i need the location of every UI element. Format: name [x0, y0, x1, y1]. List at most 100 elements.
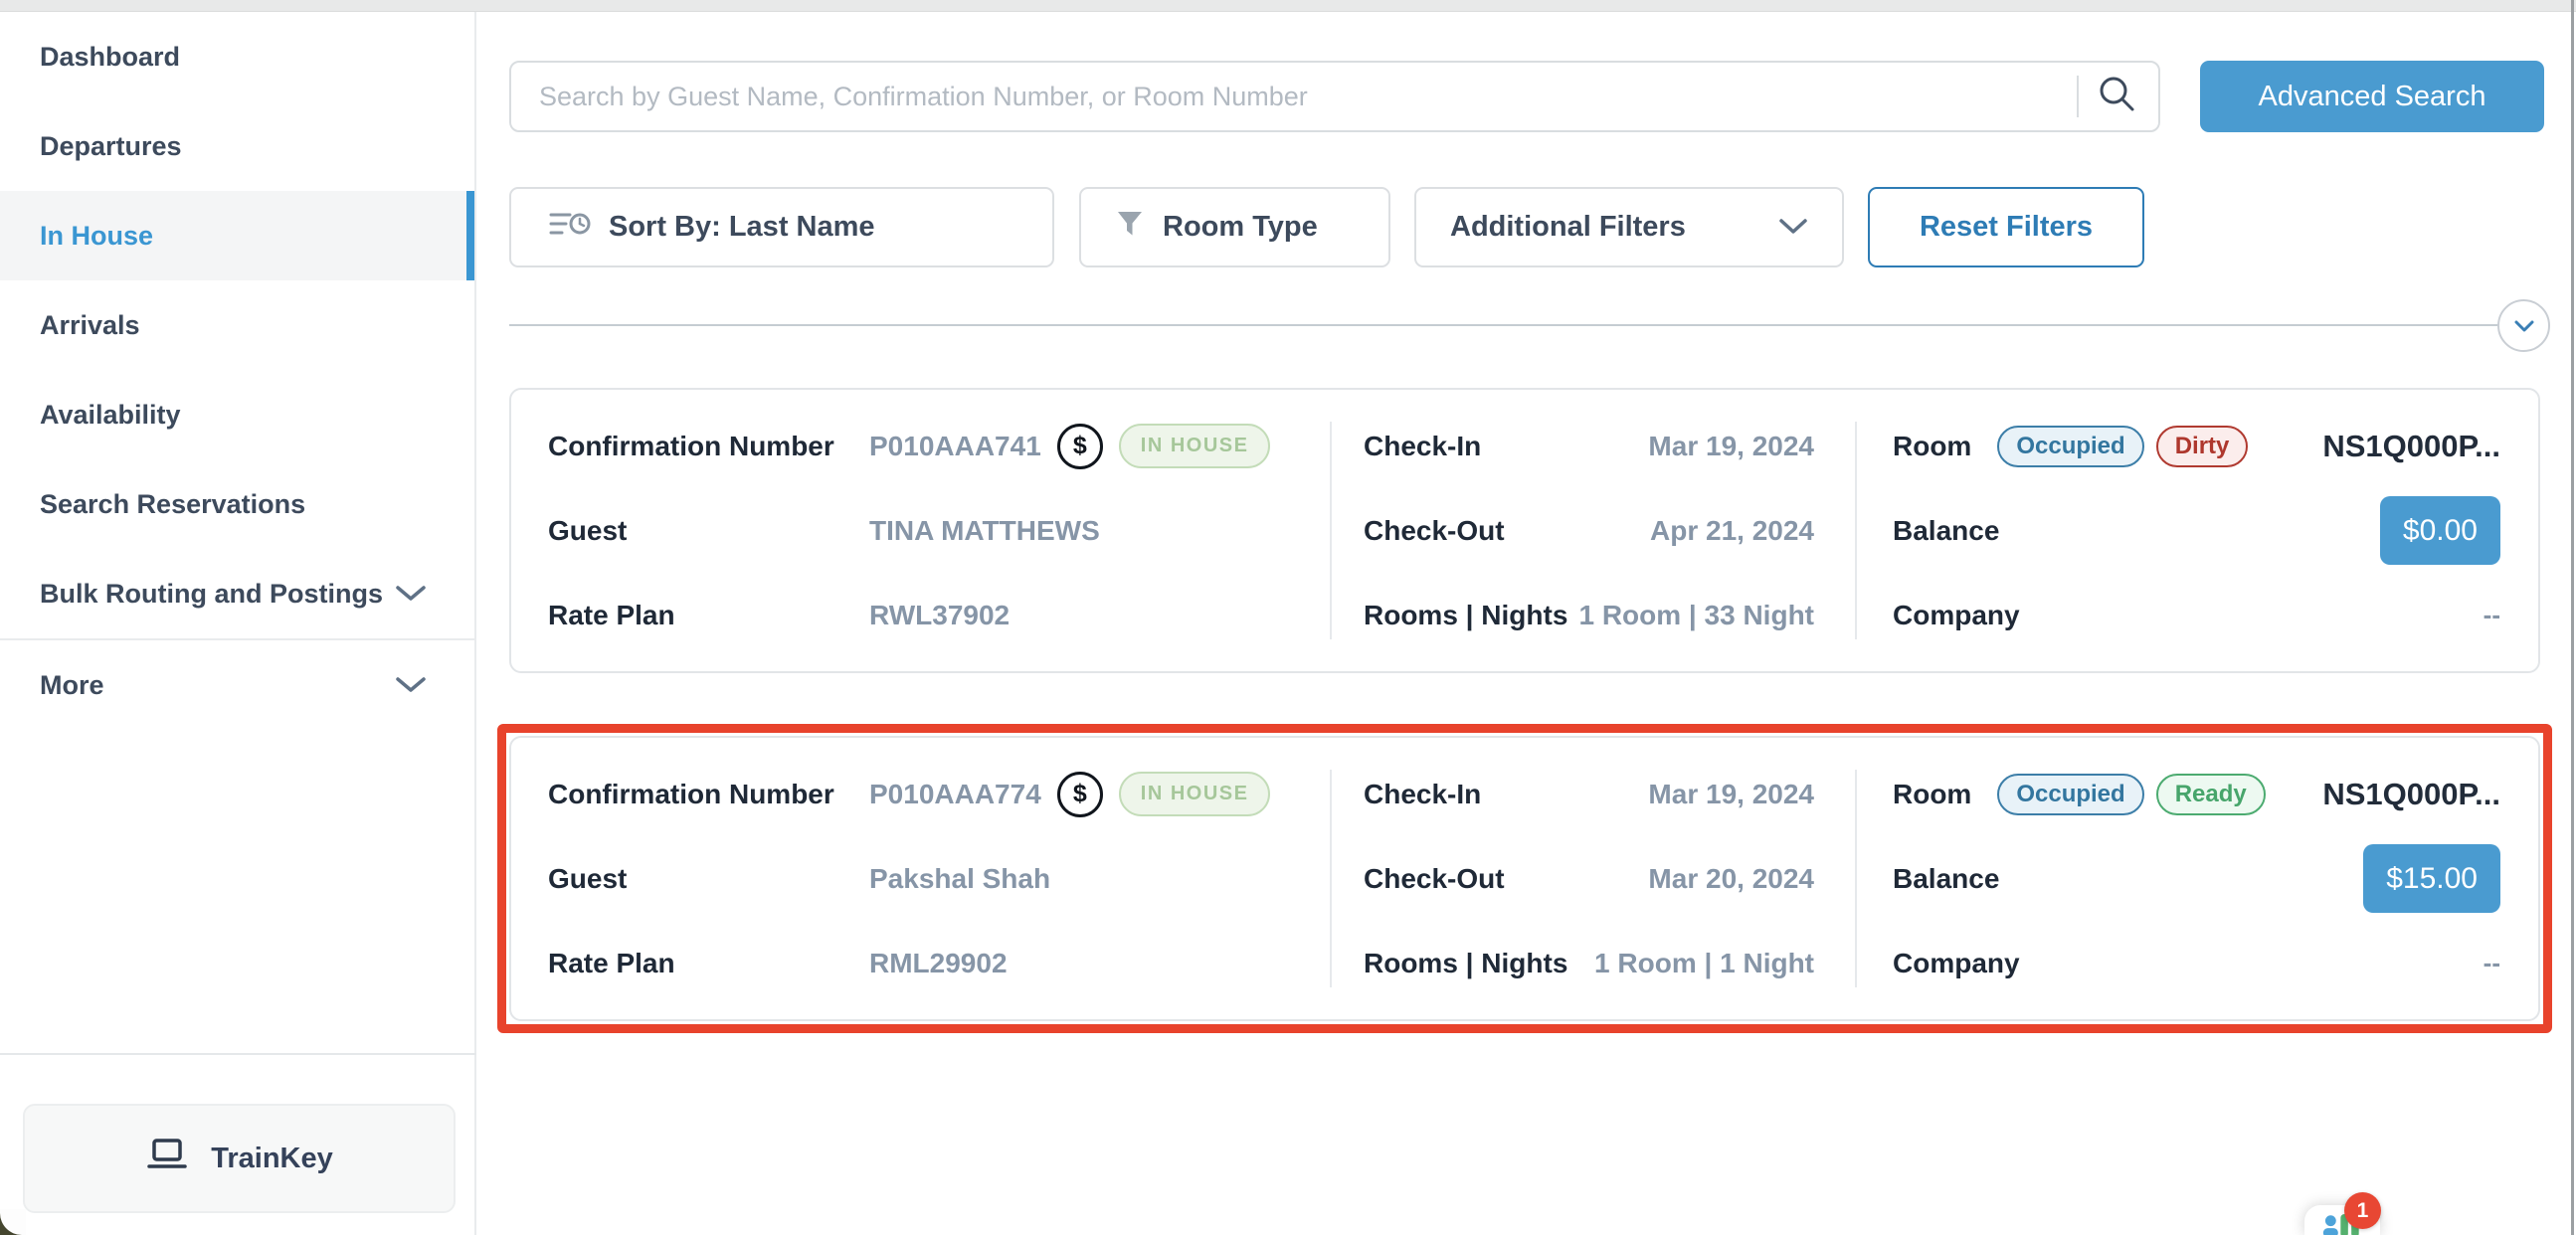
check-in-label: Check-In	[1364, 779, 1481, 810]
guest-label: Guest	[548, 515, 869, 547]
sidebar-item-label: Search Reservations	[40, 489, 305, 520]
reset-filters-button[interactable]: Reset Filters	[1868, 187, 2144, 267]
window-right-edge	[2571, 0, 2574, 1235]
in-house-badge: IN HOUSE	[1119, 424, 1271, 468]
check-in-label: Check-In	[1364, 431, 1481, 462]
sidebar-nav: Dashboard Departures In House Arrivals A…	[0, 12, 474, 730]
company-label: Company	[1893, 600, 2020, 631]
sidebar-item-departures[interactable]: Departures	[0, 101, 474, 191]
sidebar-item-in-house[interactable]: In House	[0, 191, 474, 280]
search-icon[interactable]	[2097, 74, 2138, 120]
card-room-column: Room Occupied Dirty NS1Q000P... Balance …	[1893, 404, 2500, 657]
card-guest-column: Confirmation Number P010AAA774 $ IN HOUS…	[548, 752, 1324, 1005]
window-top-strip	[0, 0, 2576, 12]
occupied-badge: Occupied	[1997, 426, 2143, 467]
check-in-value: Mar 19, 2024	[1648, 779, 1814, 810]
trainkey-label: TrainKey	[211, 1143, 333, 1175]
sidebar-item-label: Availability	[40, 400, 181, 431]
room-number-value: NS1Q000P...	[2322, 429, 2500, 464]
rooms-nights-label: Rooms | Nights	[1364, 948, 1567, 979]
funnel-icon	[1115, 209, 1145, 247]
room-label: Room	[1893, 779, 1971, 810]
notification-badge: 1	[2344, 1192, 2381, 1229]
confirmation-number-value: P010AAA741	[869, 431, 1041, 462]
company-label: Company	[1893, 948, 2020, 979]
sort-by-label: Sort By: Last Name	[609, 211, 875, 244]
advanced-search-button[interactable]: Advanced Search	[2200, 61, 2544, 132]
card-dates-column: Check-In Mar 19, 2024 Check-Out Apr 21, …	[1364, 404, 1814, 657]
card-guest-column: Confirmation Number P010AAA741 $ IN HOUS…	[548, 404, 1324, 657]
laptop-icon	[145, 1138, 189, 1179]
card-dates-column: Check-In Mar 19, 2024 Check-Out Mar 20, …	[1364, 752, 1814, 1005]
search-divider	[2077, 76, 2079, 117]
sidebar-item-label: Bulk Routing and Postings	[40, 579, 383, 610]
reservation-card[interactable]: Confirmation Number P010AAA774 $ IN HOUS…	[509, 736, 2540, 1021]
sidebar-item-dashboard[interactable]: Dashboard	[0, 12, 474, 101]
card-column-divider	[1855, 770, 1857, 987]
room-type-filter[interactable]: Room Type	[1079, 187, 1390, 267]
sidebar-item-arrivals[interactable]: Arrivals	[0, 280, 474, 370]
sidebar-item-bulk-routing[interactable]: Bulk Routing and Postings	[0, 549, 474, 638]
card-room-column: Room Occupied Ready NS1Q000P... Balance …	[1893, 752, 2500, 1005]
rate-plan-value: RML29902	[869, 948, 1008, 979]
rooms-nights-label: Rooms | Nights	[1364, 600, 1567, 631]
guest-name-value: TINA MATTHEWS	[869, 515, 1100, 547]
rate-plan-label: Rate Plan	[548, 600, 869, 631]
trainkey-button[interactable]: TrainKey	[23, 1104, 456, 1213]
balance-button[interactable]: $15.00	[2363, 844, 2500, 913]
chevron-down-icon	[2513, 319, 2535, 333]
sidebar-item-label: Departures	[40, 131, 182, 162]
additional-filters-label: Additional Filters	[1450, 211, 1686, 244]
sort-by-dropdown[interactable]: Sort By: Last Name	[509, 187, 1054, 267]
sort-icon	[549, 208, 591, 248]
additional-filters-dropdown[interactable]: Additional Filters	[1414, 187, 1844, 267]
dirty-badge: Dirty	[2156, 426, 2249, 467]
check-in-value: Mar 19, 2024	[1648, 431, 1814, 462]
search-input[interactable]	[511, 63, 2077, 130]
payment-icon[interactable]: $	[1057, 424, 1103, 469]
ready-badge: Ready	[2156, 774, 2266, 815]
company-value: --	[2484, 600, 2500, 630]
balance-label: Balance	[1893, 863, 1999, 895]
occupied-badge: Occupied	[1997, 774, 2143, 815]
sidebar-item-more[interactable]: More	[0, 640, 474, 730]
confirmation-label: Confirmation Number	[548, 779, 869, 810]
check-out-label: Check-Out	[1364, 515, 1505, 547]
sidebar-item-search-reservations[interactable]: Search Reservations	[0, 459, 474, 549]
confirmation-number-value: P010AAA774	[869, 779, 1041, 810]
balance-button[interactable]: $0.00	[2380, 496, 2500, 565]
sidebar-bottom-divider	[0, 1053, 476, 1055]
rate-plan-value: RWL37902	[869, 600, 1010, 631]
collapse-toggle-button[interactable]	[2497, 299, 2550, 352]
room-number-value: NS1Q000P...	[2322, 777, 2500, 812]
reservation-card[interactable]: Confirmation Number P010AAA741 $ IN HOUS…	[509, 388, 2540, 673]
guest-label: Guest	[548, 863, 869, 895]
card-column-divider	[1330, 422, 1332, 639]
payment-icon[interactable]: $	[1057, 772, 1103, 817]
chevron-down-icon	[1778, 211, 1808, 244]
window-corner-decoration	[0, 1209, 26, 1235]
card-column-divider	[1855, 422, 1857, 639]
results-divider	[509, 324, 2504, 326]
rate-plan-label: Rate Plan	[548, 948, 869, 979]
card-column-divider	[1330, 770, 1332, 987]
room-type-label: Room Type	[1163, 211, 1318, 244]
chevron-down-icon	[395, 585, 427, 603]
balance-label: Balance	[1893, 515, 1999, 547]
confirmation-label: Confirmation Number	[548, 431, 869, 462]
guest-name-value: Pakshal Shah	[869, 863, 1050, 895]
sidebar-item-label: More	[40, 670, 104, 701]
rooms-nights-value: 1 Room | 33 Night	[1578, 600, 1814, 631]
chevron-down-icon	[395, 676, 427, 694]
search-bar	[509, 61, 2160, 132]
check-out-value: Apr 21, 2024	[1650, 515, 1814, 547]
check-out-label: Check-Out	[1364, 863, 1505, 895]
company-value: --	[2484, 948, 2500, 978]
sidebar-item-label: In House	[40, 221, 153, 252]
room-label: Room	[1893, 431, 1971, 462]
sidebar-item-label: Arrivals	[40, 310, 140, 341]
check-out-value: Mar 20, 2024	[1648, 863, 1814, 895]
sidebar-item-availability[interactable]: Availability	[0, 370, 474, 459]
rooms-nights-value: 1 Room | 1 Night	[1594, 948, 1814, 979]
sidebar: Dashboard Departures In House Arrivals A…	[0, 12, 476, 1235]
